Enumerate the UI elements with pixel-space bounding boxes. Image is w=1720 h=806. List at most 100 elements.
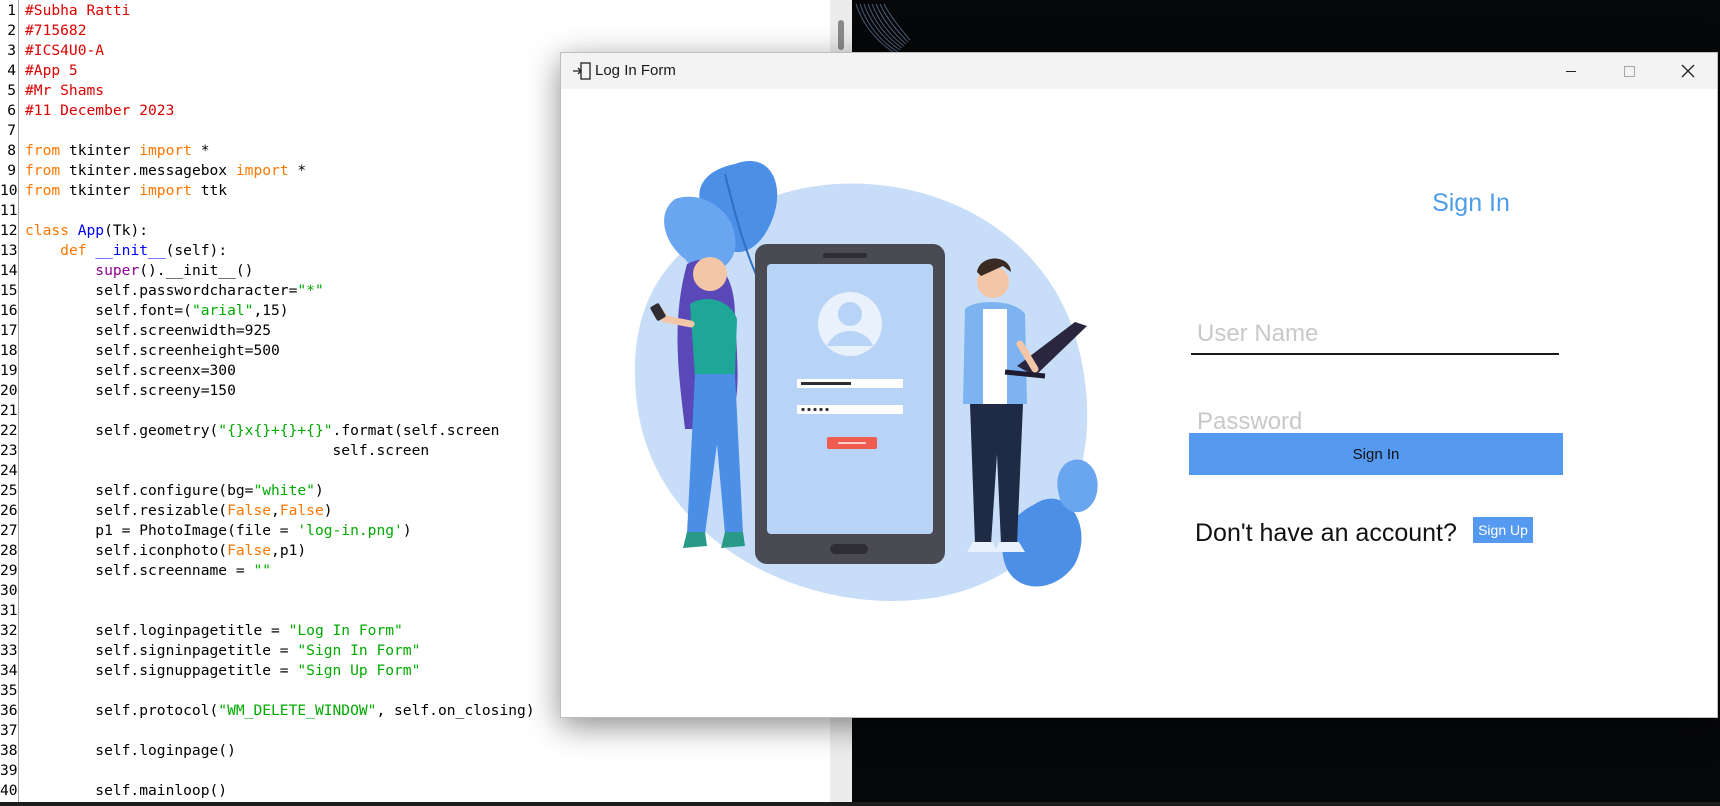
code-token: ,: [271, 502, 280, 519]
code-token: App: [77, 222, 105, 239]
line-number: 28: [0, 542, 18, 559]
code-token: (Tk):: [104, 222, 149, 239]
line-text: #Mr Shams: [25, 81, 104, 101]
sign-in-button[interactable]: Sign In: [1189, 433, 1563, 475]
sign-up-button[interactable]: Sign Up: [1473, 517, 1533, 543]
line-text: self.screen: [25, 441, 430, 461]
code-token: class: [25, 222, 69, 239]
code-token: 'log-in.png': [297, 522, 403, 539]
line-number: 40: [0, 782, 18, 799]
code-token: #ICS4U0-A: [25, 42, 105, 59]
line-number: 30: [0, 582, 18, 599]
line-text: class App(Tk):: [25, 221, 148, 241]
line-number: 2: [7, 22, 16, 39]
line-number: 15: [0, 282, 18, 299]
line-number: 27: [0, 522, 18, 539]
line-number: 24: [0, 462, 18, 479]
code-token: self.resizable(: [25, 502, 228, 519]
line-text: self.passwordcharacter="*": [25, 281, 324, 301]
line-text: from tkinter import ttk: [25, 181, 227, 201]
line-number: 16: [0, 302, 18, 319]
line-number: 13: [0, 242, 18, 259]
sign-in-heading: Sign In: [1432, 189, 1510, 217]
code-token: False: [279, 502, 324, 519]
line-number: 36: [0, 702, 18, 719]
code-token: ttk: [191, 182, 228, 199]
code-token: self.loginpagetitle =: [25, 622, 289, 639]
line-number: 38: [0, 742, 18, 759]
code-token: self.screenx=300: [25, 362, 236, 379]
code-token: , self.on_closing): [376, 702, 535, 719]
line-text: self.loginpage(): [25, 741, 236, 761]
code-token: import: [139, 142, 192, 159]
code-token: "*": [297, 282, 324, 299]
line-text: from tkinter.messagebox import *: [25, 161, 306, 181]
maximize-button[interactable]: [1600, 53, 1658, 89]
line-number: 3: [7, 42, 16, 59]
maximize-icon: [1624, 66, 1635, 77]
code-token: ): [314, 482, 324, 499]
code-token: from: [25, 162, 61, 179]
code-token: ().__init__(): [139, 262, 254, 279]
line-text: p1 = PhotoImage(file = 'log-in.png'): [25, 521, 412, 541]
username-input[interactable]: [1191, 315, 1559, 355]
code-token: "": [253, 562, 272, 579]
line-number: 37: [0, 722, 18, 739]
line-number: 12: [0, 222, 18, 239]
line-number: 26: [0, 502, 18, 519]
line-text: self.screenname = "": [25, 561, 271, 581]
code-token: self.passwordcharacter=: [25, 282, 298, 299]
code-token: "arial": [191, 302, 254, 319]
login-door-icon: [571, 61, 593, 81]
code-token: from: [25, 142, 61, 159]
line-text: self.screenwidth=925: [25, 321, 271, 341]
code-token: "WM_DELETE_WINDOW": [218, 702, 377, 719]
line-number: 7: [7, 122, 16, 139]
close-button[interactable]: [1659, 53, 1717, 89]
line-number: 1: [7, 2, 16, 19]
editor-scrollbar-thumb[interactable]: [838, 20, 844, 50]
line-text: def __init__(self):: [25, 241, 227, 261]
line-number: 39: [0, 762, 18, 779]
code-token: __init__: [95, 242, 166, 259]
code-token: self.iconphoto(: [25, 542, 228, 559]
code-line: 40 self.mainloop(): [0, 781, 830, 801]
code-token: tkinter.messagebox: [60, 162, 236, 179]
line-text: #App 5: [25, 61, 78, 81]
code-token: False: [227, 542, 272, 559]
code-token: self.signuppagetitle =: [25, 662, 298, 679]
code-token: #App 5: [25, 62, 78, 79]
minimize-button[interactable]: [1542, 53, 1600, 89]
code-token: #715682: [25, 22, 87, 39]
code-token: self.screenname =: [25, 562, 254, 579]
code-token: self.geometry(: [25, 422, 219, 439]
code-token: "Sign In Form": [297, 642, 421, 659]
code-token: def: [60, 242, 87, 259]
taskbar-edge: [0, 802, 1720, 806]
code-token: False: [227, 502, 272, 519]
phone-login-illustration: [634, 161, 1098, 601]
code-token: tkinter: [60, 142, 140, 159]
code-token: self.loginpage(): [25, 742, 236, 759]
line-number: 21: [0, 402, 18, 419]
window-titlebar[interactable]: Log In Form: [561, 53, 1717, 89]
line-number: 23: [0, 442, 18, 459]
line-text: #Subha Ratti: [25, 1, 130, 21]
code-token: super: [95, 262, 140, 279]
code-token: tkinter: [60, 182, 140, 199]
line-number: 10: [0, 182, 18, 199]
code-token: ): [402, 522, 412, 539]
line-text: self.font=("arial",15): [25, 301, 288, 321]
code-token: self.mainloop(): [25, 782, 228, 799]
code-token: ): [323, 502, 333, 519]
line-number: 25: [0, 482, 18, 499]
code-token: (self):: [165, 242, 228, 259]
code-line: 37: [0, 721, 830, 741]
line-number: 31: [0, 602, 18, 619]
line-number: 5: [7, 82, 16, 99]
login-window[interactable]: Log In Form Sign In User Name Sign In Do…: [560, 52, 1718, 718]
code-token: import: [235, 162, 289, 179]
